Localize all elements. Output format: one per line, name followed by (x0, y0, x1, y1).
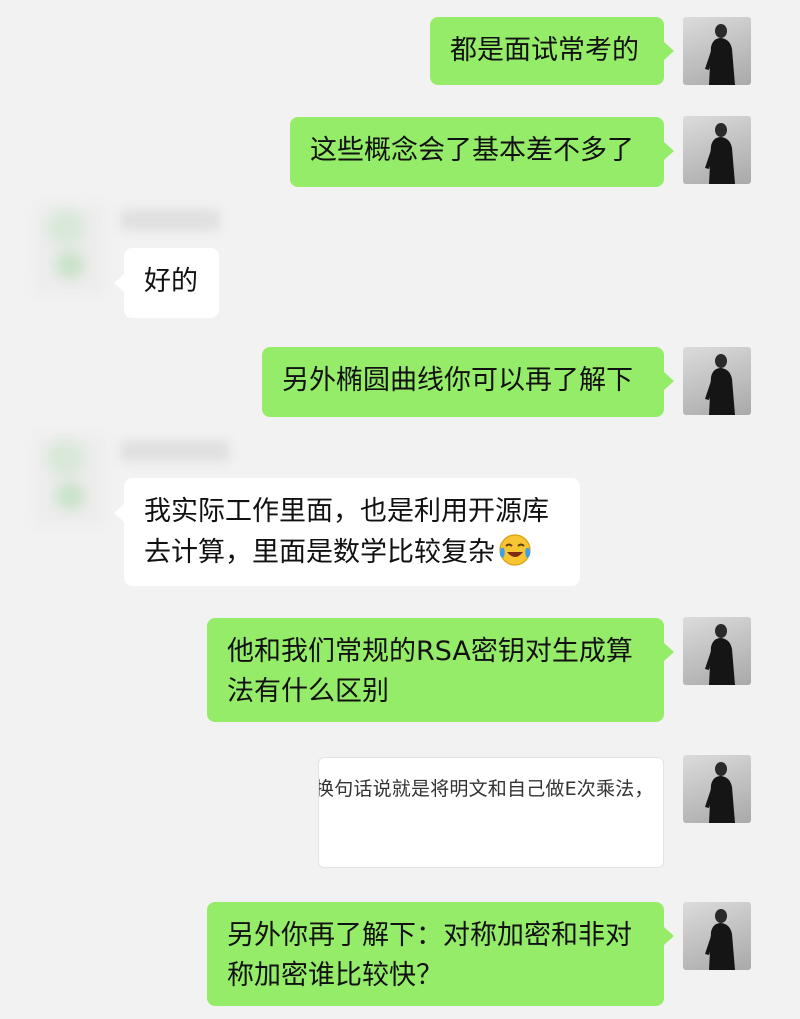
message-bubble[interactable]: 另外你再了解下：对称加密和非对 称加密谁比较快？ (207, 902, 664, 1006)
image-card-text: 换句话说就是将明文和自己做E次乘法， (318, 778, 654, 800)
avatar-self[interactable] (683, 347, 751, 415)
person-silhouette-icon (705, 762, 735, 823)
message-bubble[interactable]: 都是面试常考的 (430, 17, 664, 85)
bubble-tail (664, 372, 674, 390)
message-text: 都是面试常考的 (450, 35, 639, 66)
avatar-self[interactable] (683, 755, 751, 823)
avatar-self[interactable] (683, 116, 751, 184)
bubble-tail (664, 142, 674, 160)
message-text: 好的 (144, 266, 198, 297)
laughing-crying-emoji-icon (497, 532, 533, 568)
message-bubble[interactable]: 好的 (124, 248, 219, 318)
bubble-tail (664, 927, 674, 945)
avatar-other-blurred[interactable] (36, 205, 104, 293)
message-text-line: 他和我们常规的RSA密钥对生成算 (227, 636, 633, 667)
message-text: 另外椭圆曲线你可以再了解下 (282, 365, 633, 396)
message-text-line: 去计算，里面是数学比较复杂 (144, 537, 495, 568)
message-text-line: 法有什么区别 (227, 676, 389, 707)
message-text-line: 我实际工作里面，也是利用开源库 (144, 496, 549, 527)
bubble-tail (664, 643, 674, 661)
image-message-card[interactable]: 换句话说就是将明文和自己做E次乘法， (318, 757, 664, 868)
message-bubble[interactable]: 另外椭圆曲线你可以再了解下 (262, 347, 664, 417)
message-text-line: 称加密谁比较快？ (227, 960, 443, 991)
sender-name-blurred (120, 440, 230, 462)
message-bubble[interactable]: 这些概念会了基本差不多了 (290, 117, 664, 187)
person-silhouette-icon (705, 123, 735, 184)
bubble-tail (664, 42, 674, 60)
person-silhouette-icon (705, 24, 735, 85)
person-silhouette-icon (705, 354, 735, 415)
person-silhouette-icon (705, 624, 735, 685)
message-bubble[interactable]: 他和我们常规的RSA密钥对生成算 法有什么区别 (207, 618, 664, 722)
bubble-tail (114, 504, 124, 522)
sender-name-blurred (120, 209, 220, 231)
message-bubble[interactable]: 我实际工作里面，也是利用开源库 去计算，里面是数学比较复杂 (124, 478, 580, 586)
message-text-line: 另外你再了解下：对称加密和非对 (227, 920, 632, 951)
avatar-self[interactable] (683, 617, 751, 685)
bubble-tail (114, 274, 124, 292)
message-text-line-with-emoji: 去计算，里面是数学比较复杂 (144, 532, 560, 573)
message-text: 这些概念会了基本差不多了 (310, 135, 634, 166)
avatar-self[interactable] (683, 17, 751, 85)
avatar-self[interactable] (683, 902, 751, 970)
person-silhouette-icon (705, 909, 735, 970)
avatar-other-blurred[interactable] (36, 436, 104, 524)
